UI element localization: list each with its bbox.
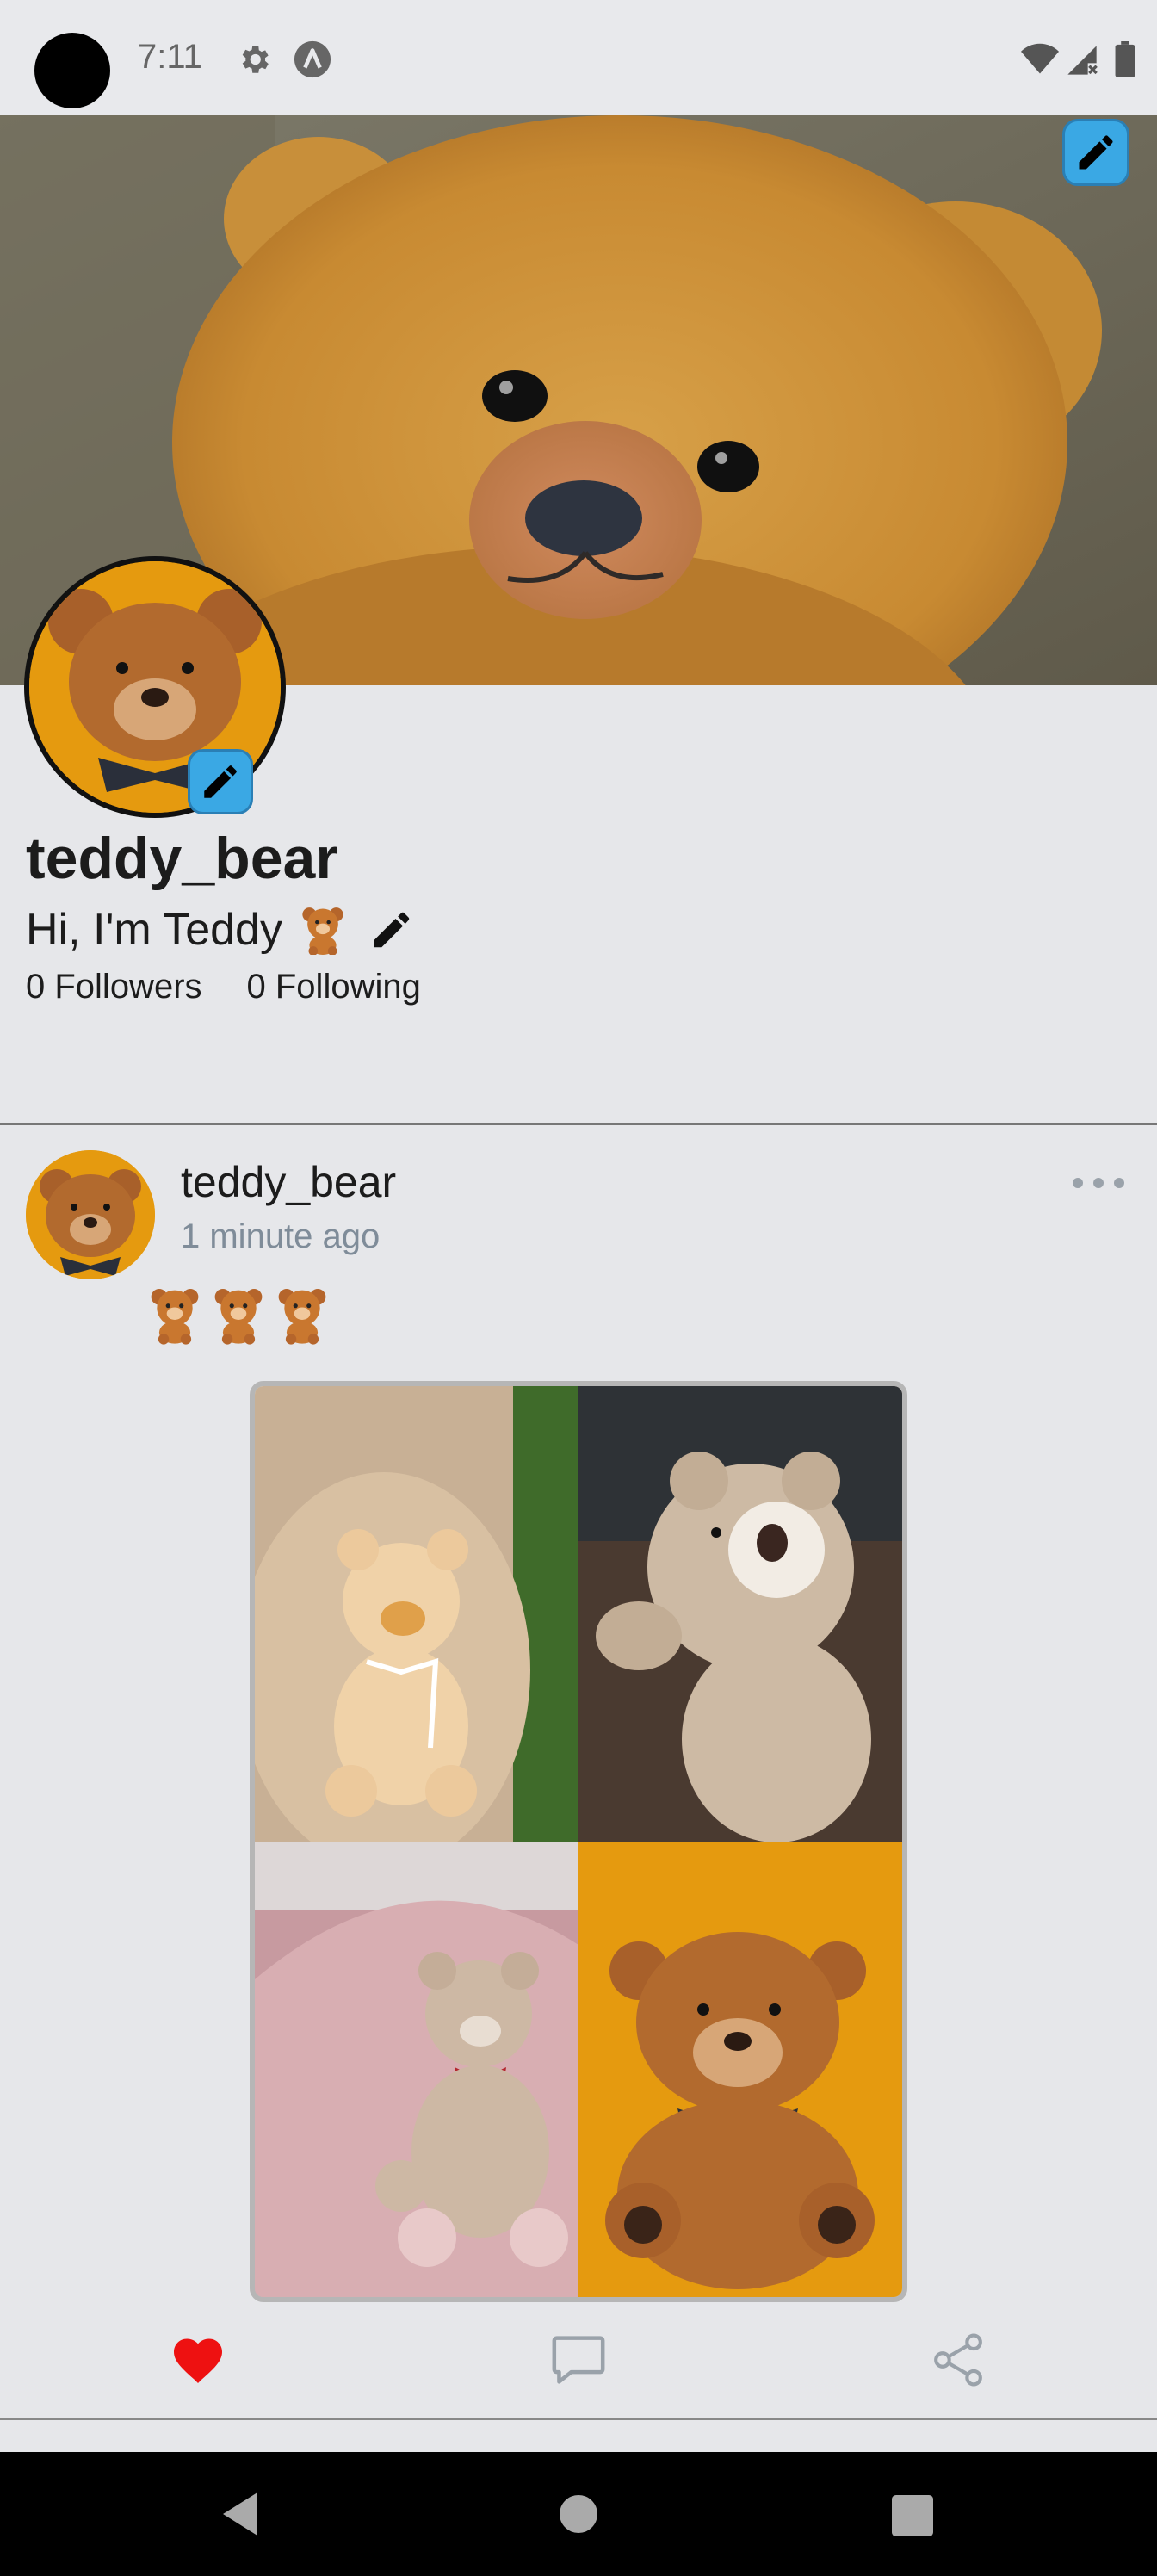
home-icon[interactable] bbox=[560, 2495, 597, 2533]
signal-icon bbox=[1067, 46, 1098, 75]
wifi-icon bbox=[1021, 43, 1059, 74]
pencil-icon bbox=[1079, 135, 1113, 170]
edit-bio-pencil-icon[interactable] bbox=[368, 907, 415, 953]
edit-avatar-button[interactable] bbox=[188, 749, 253, 814]
gear-icon bbox=[242, 46, 269, 73]
post-content bbox=[148, 1285, 339, 1345]
post-timestamp: 1 minute ago bbox=[181, 1217, 381, 1255]
profile-bio: Hi, I'm Teddy bbox=[26, 905, 282, 955]
pencil-icon bbox=[204, 765, 237, 798]
post-image-1[interactable] bbox=[255, 1386, 578, 1842]
edit-cover-button[interactable] bbox=[1062, 119, 1129, 186]
camera-cutout bbox=[34, 33, 110, 108]
post-image-3[interactable] bbox=[255, 1842, 578, 2297]
post-image-4[interactable] bbox=[578, 1842, 902, 2297]
teddy-bear-icon bbox=[278, 1289, 326, 1345]
back-icon[interactable] bbox=[219, 2490, 262, 2538]
followers-count[interactable]: 0 Followers bbox=[26, 968, 202, 1006]
post-author-avatar[interactable] bbox=[26, 1150, 155, 1279]
more-options-icon[interactable] bbox=[1071, 1174, 1126, 1192]
teddy-bear-icon bbox=[214, 1289, 263, 1345]
comment-icon[interactable] bbox=[549, 2333, 608, 2387]
follow-stats: 0 Followers 0 Following bbox=[26, 968, 466, 1006]
bio-row: Hi, I'm Teddy bbox=[26, 904, 415, 956]
post-author-name[interactable]: teddy_bear bbox=[181, 1157, 396, 1207]
teddy-bear-icon bbox=[302, 907, 343, 955]
battery-icon bbox=[1115, 41, 1135, 77]
teddy-bear-icon bbox=[151, 1289, 199, 1345]
post-image-2[interactable] bbox=[578, 1386, 902, 1842]
post-divider bbox=[0, 2418, 1157, 2420]
profile-username: teddy_bear bbox=[26, 826, 338, 891]
status-time: 7:11 bbox=[138, 38, 202, 76]
section-divider bbox=[0, 1123, 1157, 1125]
post-image-grid[interactable] bbox=[250, 1381, 907, 2302]
share-icon[interactable] bbox=[931, 2333, 985, 2387]
like-heart-icon[interactable] bbox=[170, 2333, 226, 2385]
recent-apps-icon[interactable] bbox=[892, 2495, 933, 2536]
a-circle-icon bbox=[294, 40, 331, 78]
following-count[interactable]: 0 Following bbox=[247, 968, 421, 1006]
